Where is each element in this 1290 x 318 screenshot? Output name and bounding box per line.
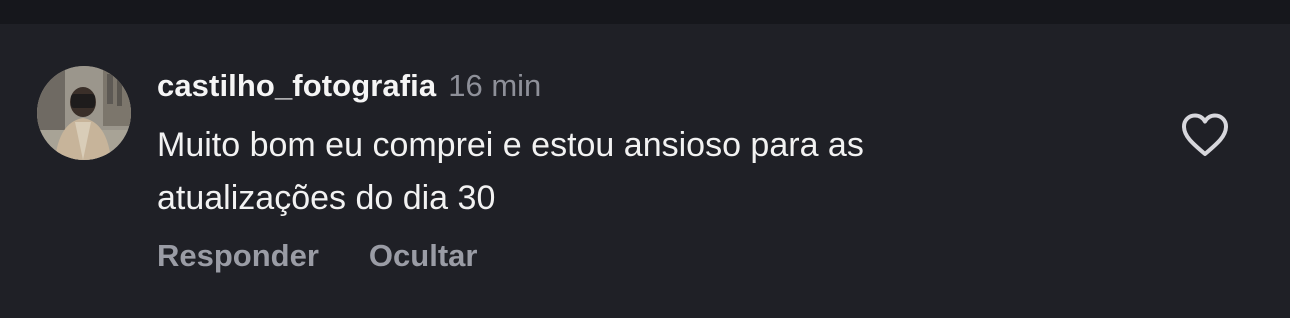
avatar-photo (37, 66, 131, 160)
comment-item: castilho_fotografia 16 min Muito bom eu … (0, 24, 1290, 318)
comment-actions: Responder Ocultar (157, 238, 477, 274)
comment-text-line-1: Muito bom eu comprei e estou ansioso par… (157, 126, 864, 164)
comment-header: castilho_fotografia 16 min (157, 66, 541, 106)
username[interactable]: castilho_fotografia (157, 68, 436, 104)
comment-text-line-2: atualizações do dia 30 (157, 179, 496, 217)
comment-time: 16 min (448, 68, 542, 103)
heart-outline-icon (1182, 113, 1228, 156)
comment-text: Muito bom eu comprei e estou ansioso par… (157, 119, 1117, 225)
like-button[interactable] (1180, 112, 1230, 158)
avatar[interactable] (37, 66, 131, 160)
hide-button[interactable]: Ocultar (369, 238, 478, 274)
top-bar (0, 0, 1290, 24)
reply-button[interactable]: Responder (157, 238, 319, 274)
